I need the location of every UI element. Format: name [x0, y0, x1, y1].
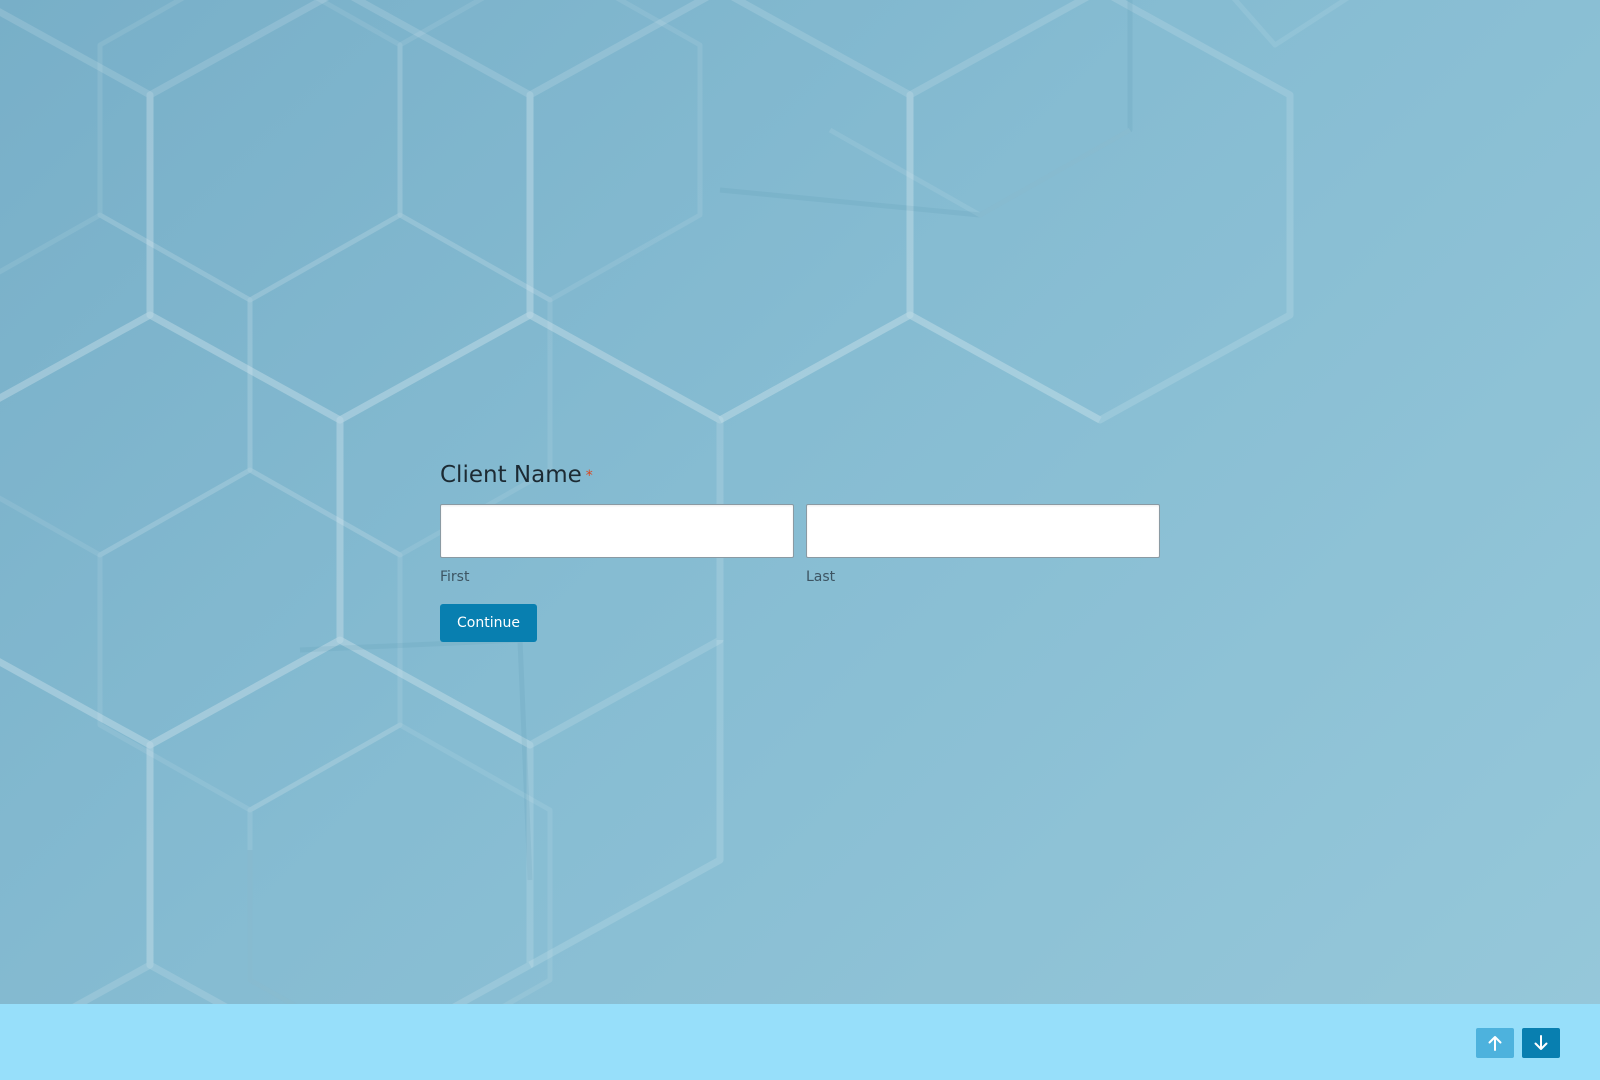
required-marker: * — [585, 467, 593, 484]
last-name-input[interactable] — [806, 504, 1160, 558]
question-label: Client Name — [440, 462, 582, 488]
first-name-group: First — [440, 504, 794, 586]
name-fields-row: First Last — [440, 504, 1160, 586]
arrow-down-icon — [1534, 1035, 1548, 1050]
continue-button[interactable]: Continue — [440, 604, 537, 642]
last-name-group: Last — [806, 504, 1160, 586]
arrow-up-icon — [1488, 1036, 1502, 1051]
footer-bar — [0, 1004, 1600, 1080]
page: Client Name * First Last Continue — [0, 0, 1600, 1080]
previous-question-button[interactable] — [1476, 1028, 1514, 1058]
question-title: Client Name * — [440, 460, 1160, 490]
next-question-button[interactable] — [1522, 1028, 1560, 1058]
last-name-sublabel: Last — [806, 569, 836, 585]
first-name-sublabel: First — [440, 569, 470, 585]
client-name-form: Client Name * First Last Continue — [440, 460, 1160, 642]
first-name-input[interactable] — [440, 504, 794, 558]
